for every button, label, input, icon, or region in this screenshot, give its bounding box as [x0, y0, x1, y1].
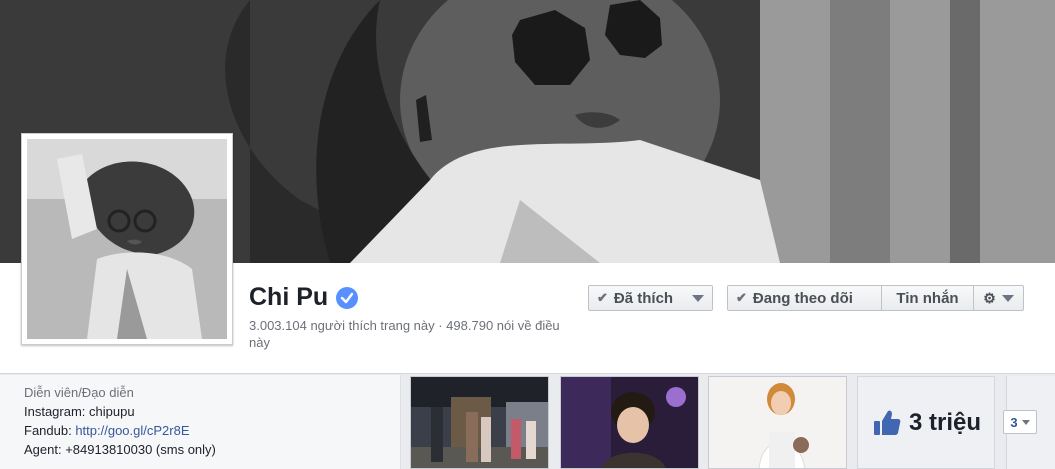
page-category: Diễn viên/Đạo diễn — [24, 385, 134, 400]
gear-icon: ⚙ — [983, 289, 996, 306]
photo-thumbnail[interactable] — [410, 376, 549, 469]
page-title: Chi Pu — [249, 283, 359, 312]
following-label: Đang theo dõi — [752, 289, 853, 307]
photo-thumbnail[interactable] — [708, 376, 847, 469]
page-name: Chi Pu — [249, 283, 329, 311]
chevron-down-icon — [1021, 419, 1030, 425]
checkmark-icon: ✔ — [597, 290, 608, 305]
page-like-stats: 3.003.104 người thích trang này · 498.79… — [249, 318, 560, 350]
more-count: 3 — [1010, 414, 1018, 430]
message-label: Tin nhắn — [896, 289, 959, 307]
likes-count: 3 triệu — [908, 408, 982, 436]
thumbs-up-icon — [873, 410, 901, 435]
photo-thumbnail-image — [561, 377, 698, 468]
chevron-down-icon — [1001, 294, 1014, 302]
photo-thumbnail-image — [709, 377, 846, 468]
likes-widget[interactable]: 3 triệu — [857, 376, 995, 469]
verified-badge-icon — [336, 286, 359, 309]
profile-picture-image — [27, 139, 227, 339]
follow-message-group: ✔ Đang theo dõi Tin nhắn ⚙ — [727, 285, 1024, 311]
photo-thumbnail[interactable] — [560, 376, 699, 469]
checkmark-icon: ✔ — [736, 290, 747, 305]
fandub-link[interactable]: http://goo.gl/cP2r8E — [75, 423, 189, 438]
fandub-info: Fandub: http://goo.gl/cP2r8E — [24, 421, 400, 440]
settings-button[interactable]: ⚙ — [973, 286, 1023, 310]
liked-button[interactable]: ✔ Đã thích — [588, 285, 713, 311]
following-button[interactable]: ✔ Đang theo dõi — [728, 286, 881, 310]
message-button[interactable]: Tin nhắn — [881, 286, 973, 310]
more-dropdown[interactable]: 3 — [1003, 410, 1037, 434]
fandub-label: Fandub: — [24, 423, 76, 438]
photo-thumbnail-image — [411, 377, 548, 468]
chevron-down-icon — [692, 294, 704, 302]
instagram-info: Instagram: chipupu — [24, 404, 135, 419]
liked-label: Đã thích — [613, 289, 674, 307]
profile-picture[interactable] — [21, 133, 233, 345]
about-section: Diễn viên/Đạo diễn Instagram: chipupu Fa… — [0, 375, 401, 469]
agent-info: Agent: +84913810030 (sms only) — [24, 442, 216, 457]
